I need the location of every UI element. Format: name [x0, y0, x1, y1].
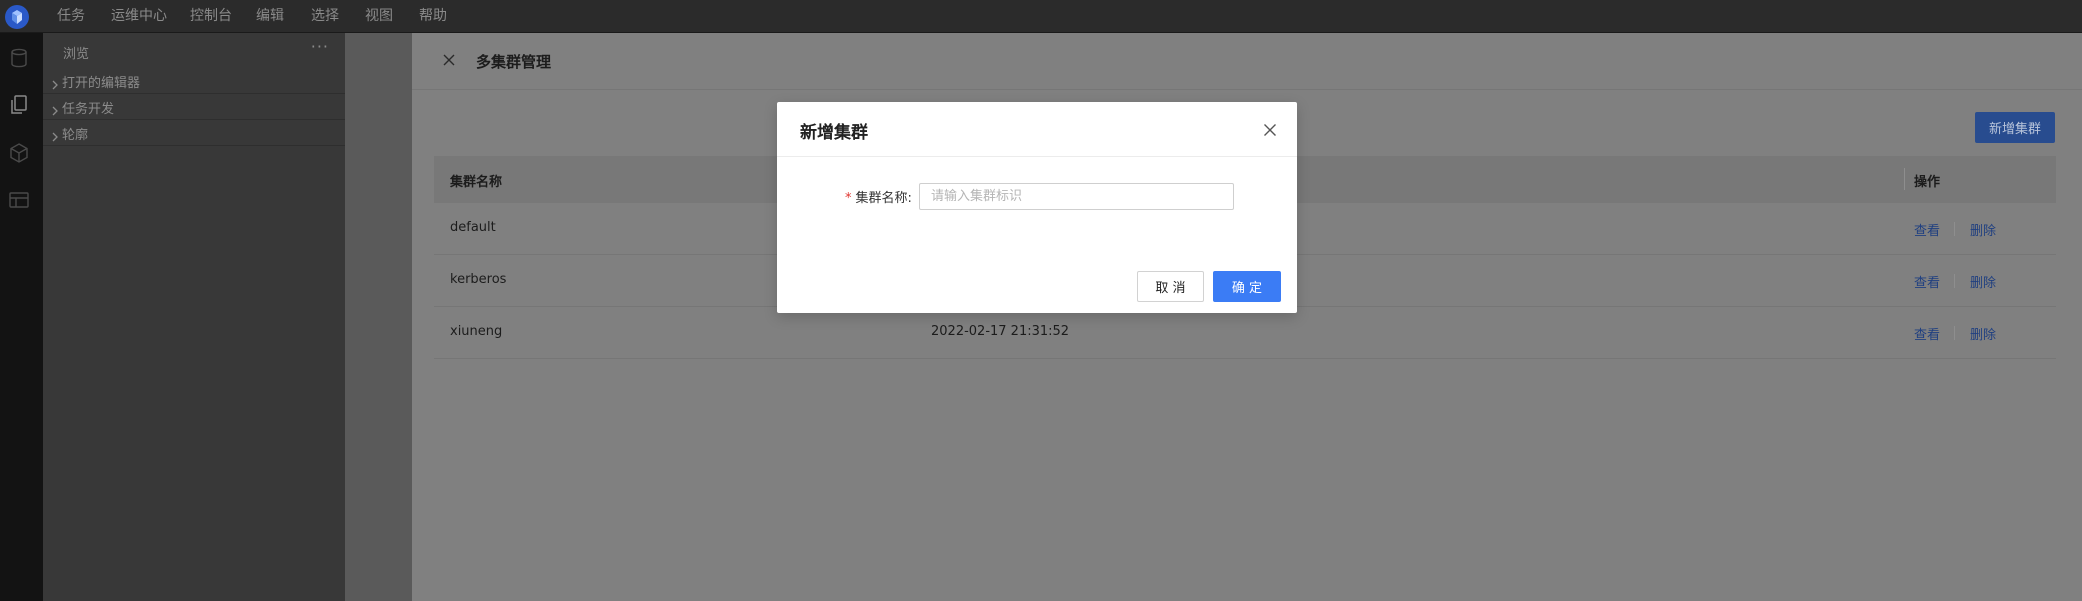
page-title: 多集群管理	[476, 53, 552, 71]
cancel-button[interactable]: 取 消	[1137, 271, 1204, 302]
cluster-name-label-text: 集群名称:	[855, 191, 912, 206]
delete-link[interactable]: 删除	[1970, 272, 1996, 291]
activity-bar	[0, 33, 43, 601]
menu-item-help[interactable]: 帮助	[419, 8, 447, 25]
menubar: 任务 运维中心 控制台 编辑 选择 视图 帮助	[0, 0, 2082, 33]
delete-link[interactable]: 删除	[1970, 324, 1996, 343]
action-divider	[1954, 274, 1955, 288]
table-row: xiuneng 2022-02-17 21:31:52 查看 删除	[434, 307, 2056, 359]
column-divider	[1904, 168, 1905, 190]
add-cluster-button[interactable]: 新增集群	[1975, 112, 2055, 143]
database-icon[interactable]	[7, 46, 31, 70]
column-header-cluster-name: 集群名称	[450, 175, 503, 190]
cluster-name-cell: kerberos	[450, 272, 507, 287]
cube-icon[interactable]	[7, 141, 31, 165]
sidebar-title: 浏览	[63, 47, 90, 62]
cluster-name-label: * 集群名称:	[845, 187, 912, 206]
sidebar-header: 浏览 ···	[43, 33, 345, 68]
close-icon[interactable]	[442, 52, 456, 66]
action-divider	[1954, 326, 1955, 340]
explorer-sidebar: 浏览 ··· 打开的编辑器 任务开发 轮廓	[43, 33, 345, 601]
column-header-actions: 操作	[1914, 175, 1941, 190]
chevron-right-icon	[50, 101, 60, 116]
tree-item-label: 轮廓	[62, 128, 89, 143]
chevron-right-icon	[50, 75, 60, 90]
menu-item-console[interactable]: 控制台	[190, 8, 232, 25]
modal-title: 新增集群	[800, 123, 868, 143]
chevron-right-icon	[50, 127, 60, 142]
menu-item-ops-center[interactable]: 运维中心	[111, 8, 167, 25]
created-time-cell: 2022-02-17 21:31:52	[931, 324, 1070, 339]
tree-item-task-development[interactable]: 任务开发	[43, 94, 345, 120]
view-link[interactable]: 查看	[1914, 220, 1940, 239]
tree-item-label: 打开的编辑器	[62, 76, 141, 91]
files-icon[interactable]	[7, 93, 31, 117]
modal-header: 新增集群	[777, 102, 1297, 157]
view-link[interactable]: 查看	[1914, 324, 1940, 343]
close-icon[interactable]	[1263, 122, 1277, 136]
page-header: 多集群管理	[412, 33, 2082, 90]
more-icon[interactable]: ···	[311, 37, 329, 56]
tree-item-open-editors[interactable]: 打开的编辑器	[43, 68, 345, 94]
view-link[interactable]: 查看	[1914, 272, 1940, 291]
action-divider	[1954, 222, 1955, 236]
tree-item-outline[interactable]: 轮廓	[43, 120, 345, 146]
cluster-name-cell: default	[450, 220, 496, 235]
app-logo-icon[interactable]	[5, 5, 29, 29]
delete-link[interactable]: 删除	[1970, 220, 1996, 239]
menu-item-select[interactable]: 选择	[311, 8, 339, 25]
table-icon[interactable]	[7, 188, 31, 212]
menu-item-task[interactable]: 任务	[57, 8, 85, 25]
cluster-name-cell: xiuneng	[450, 324, 503, 339]
editor-gutter	[345, 33, 412, 601]
menu-item-edit[interactable]: 编辑	[256, 8, 284, 25]
menu-item-view[interactable]: 视图	[365, 8, 393, 25]
tree-item-label: 任务开发	[62, 102, 115, 117]
cluster-name-input[interactable]	[919, 183, 1234, 210]
add-cluster-modal: 新增集群 *集群名称: 取 消 确 定	[777, 102, 1297, 313]
required-mark: *	[845, 191, 852, 206]
confirm-button[interactable]: 确 定	[1213, 271, 1281, 302]
